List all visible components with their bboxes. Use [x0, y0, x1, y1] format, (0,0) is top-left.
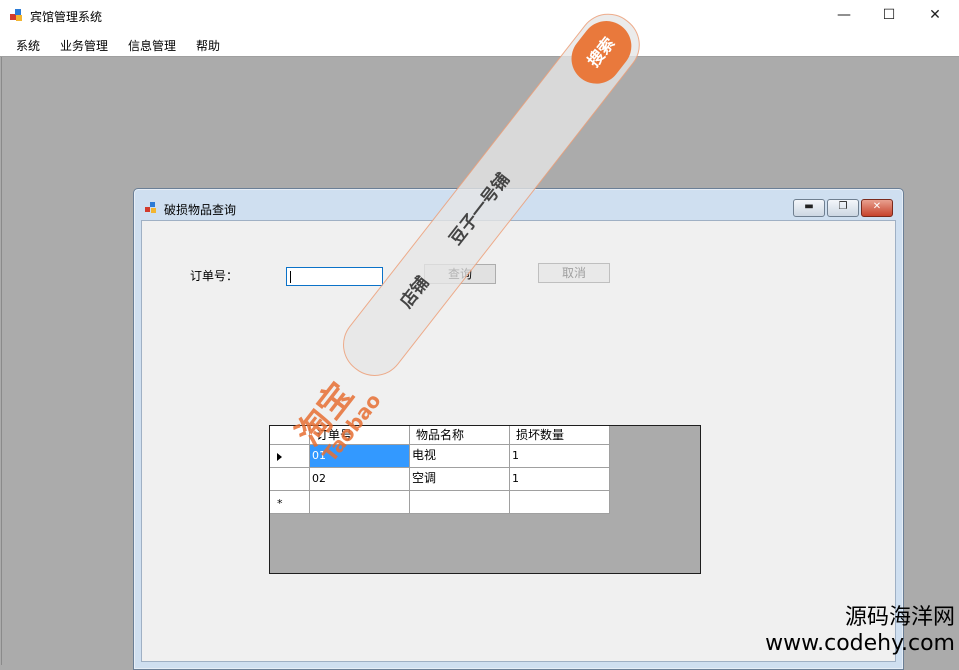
- child-titlebar: 破损物品查询 ▬ ❐ ✕: [134, 189, 903, 219]
- child-restore-button[interactable]: ❐: [827, 199, 859, 217]
- grid-cell[interactable]: 1: [510, 445, 610, 468]
- child-minimize-button[interactable]: ▬: [793, 199, 825, 217]
- menu-system[interactable]: 系统: [16, 37, 40, 54]
- child-close-button[interactable]: ✕: [861, 199, 893, 217]
- minimize-button[interactable]: —: [821, 0, 867, 30]
- grid-cell[interactable]: [410, 491, 510, 514]
- menu-info[interactable]: 信息管理: [128, 37, 176, 54]
- damage-query-window: 破损物品查询 ▬ ❐ ✕ 订单号： 查询 取消 订单号 物品名称 损坏数量 01…: [133, 188, 904, 670]
- new-row-marker-icon: *: [277, 497, 283, 510]
- grid-cell[interactable]: 1: [510, 468, 610, 491]
- row-header[interactable]: [270, 468, 310, 491]
- child-window-icon: [145, 202, 157, 214]
- grid-cell[interactable]: [310, 491, 410, 514]
- child-window-title: 破损物品查询: [164, 203, 237, 217]
- cancel-button[interactable]: 取消: [538, 263, 610, 283]
- app-title: 宾馆管理系统: [30, 10, 103, 24]
- site-watermark-url: www.codehy.com: [765, 631, 955, 656]
- order-number-input[interactable]: [286, 267, 383, 286]
- grid-cell[interactable]: 空调: [410, 468, 510, 491]
- new-row-header[interactable]: *: [270, 491, 310, 514]
- query-button[interactable]: 查询: [424, 264, 496, 284]
- site-watermark: 源码海洋网 www.codehy.com: [765, 605, 955, 657]
- menu-business[interactable]: 业务管理: [60, 37, 108, 54]
- grid-cell[interactable]: 电视: [410, 445, 510, 468]
- child-client-area: 订单号： 查询 取消 订单号 物品名称 损坏数量 01 电视 1 02 空调 1: [141, 220, 896, 662]
- order-number-label: 订单号：: [190, 269, 239, 283]
- column-header-damage-qty[interactable]: 损坏数量: [510, 426, 610, 445]
- row-header[interactable]: [270, 445, 310, 468]
- text-caret: [290, 271, 291, 283]
- maximize-button[interactable]: ☐: [866, 0, 912, 30]
- grid-cell[interactable]: 02: [310, 468, 410, 491]
- menu-help[interactable]: 帮助: [196, 37, 220, 54]
- current-row-arrow-icon: [277, 453, 282, 461]
- column-header-item-name[interactable]: 物品名称: [410, 426, 510, 445]
- app-titlebar: 宾馆管理系统 — ☐ ✕: [0, 0, 959, 32]
- close-button[interactable]: ✕: [912, 0, 958, 30]
- grid-cell[interactable]: [510, 491, 610, 514]
- site-watermark-cn: 源码海洋网: [844, 605, 955, 630]
- app-icon: [10, 9, 23, 22]
- menu-bar: 系统 业务管理 信息管理 帮助: [0, 32, 959, 57]
